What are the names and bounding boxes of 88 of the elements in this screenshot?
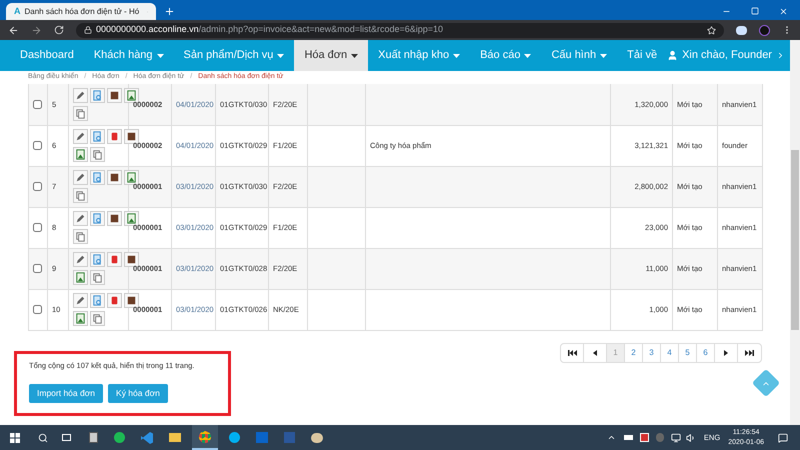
row-checkbox[interactable] (33, 264, 42, 273)
chevron-up-icon[interactable] (606, 433, 616, 442)
trash-icon[interactable] (107, 293, 122, 308)
url-text: 0000000000.acconline.vn/admin.php?op=invoice&act=new&mod=list&rcode=6&ipp=10 (96, 23, 444, 36)
edit-icon[interactable] (73, 170, 88, 185)
task-view-icon[interactable] (62, 434, 71, 441)
paint-app-icon[interactable] (311, 432, 323, 442)
reload-icon[interactable] (54, 25, 64, 35)
windows-start-icon[interactable] (10, 432, 20, 442)
nav-item[interactable]: Hóa đơn (294, 40, 368, 71)
copy-icon[interactable] (73, 188, 88, 203)
nav-item[interactable]: Sản phẩm/Dịch vụ (174, 40, 294, 71)
search-document-icon[interactable] (90, 252, 105, 267)
scrollbar-thumb[interactable] (791, 150, 799, 330)
bookmark-star-icon[interactable] (707, 26, 716, 34)
notification-icon[interactable] (778, 432, 788, 442)
edit-icon[interactable] (73, 293, 88, 308)
stamp-icon[interactable] (107, 211, 122, 226)
profile-avatar[interactable] (759, 24, 770, 36)
image-file-icon[interactable] (124, 170, 139, 185)
lock-icon (84, 26, 92, 34)
stamp-icon[interactable] (124, 293, 139, 308)
first-page-icon (568, 350, 576, 356)
action-button[interactable]: Ký hóa đơn (108, 384, 168, 403)
user-icon (667, 50, 678, 61)
page-link[interactable]: 2 (625, 344, 643, 362)
row-checkbox[interactable] (33, 100, 42, 109)
page-link[interactable]: 1 (607, 344, 625, 362)
network-icon[interactable] (670, 432, 681, 442)
row-checkbox[interactable] (33, 223, 42, 232)
nav-item[interactable]: Cấu hình (541, 40, 618, 71)
image-file-icon[interactable] (73, 147, 88, 162)
trash-icon[interactable] (107, 129, 122, 144)
stamp-icon[interactable] (124, 252, 139, 267)
volume-icon[interactable] (686, 432, 696, 442)
page-link[interactable]: 4 (661, 344, 679, 362)
row-checkbox[interactable] (33, 182, 42, 191)
chat-app-icon[interactable] (229, 432, 240, 443)
address-bar[interactable]: 0000000000.acconline.vn/admin.php?op=invoice&act=new&mod=list&rcode=6&ipp=10 (76, 22, 724, 38)
copy-icon[interactable] (90, 311, 105, 326)
page-link[interactable]: 3 (643, 344, 661, 362)
trash-icon[interactable] (107, 252, 122, 267)
search-document-icon[interactable] (90, 293, 105, 308)
search-document-icon[interactable] (90, 129, 105, 144)
copy-icon[interactable] (73, 106, 88, 121)
antivirus-icon[interactable] (640, 433, 649, 442)
stamp-icon[interactable] (107, 170, 122, 185)
copy-icon[interactable] (90, 147, 105, 162)
tab-title: Danh sách hóa đơn điện tử - Hó (24, 6, 140, 18)
edit-icon[interactable] (73, 129, 88, 144)
edit-icon[interactable] (73, 252, 88, 267)
browser-app-icon[interactable] (199, 430, 211, 442)
music-app-icon[interactable] (114, 432, 125, 443)
image-file-icon[interactable] (73, 311, 88, 326)
new-tab-icon[interactable] (164, 6, 175, 17)
stamp-icon[interactable] (124, 129, 139, 144)
extension-icon[interactable] (736, 26, 747, 34)
browser-tab[interactable]: A Danh sách hóa đơn điện tử - Hó (6, 3, 156, 20)
copy-icon[interactable] (90, 270, 105, 285)
nav-item[interactable]: Báo cáo (470, 40, 542, 71)
image-file-icon[interactable] (124, 211, 139, 226)
nav-item[interactable]: Dashboard (10, 40, 84, 71)
nav-item[interactable]: Khách hàng (84, 40, 174, 71)
row-checkbox[interactable] (33, 305, 42, 314)
nav-item[interactable]: Xuất nhập kho (368, 40, 470, 71)
prev-page-icon (593, 350, 597, 356)
maximize-icon[interactable] (751, 7, 759, 15)
edit-icon[interactable] (73, 88, 88, 103)
action-button[interactable]: Import hóa đơn (29, 384, 104, 403)
copy-icon[interactable] (73, 229, 88, 244)
code-editor-icon[interactable] (141, 432, 153, 444)
forward-icon[interactable] (31, 24, 42, 36)
edit-icon[interactable] (73, 211, 88, 226)
image-file-icon[interactable] (73, 270, 88, 285)
stamp-icon[interactable] (107, 88, 122, 103)
image-file-icon[interactable] (124, 88, 139, 103)
last-page-icon (745, 350, 754, 356)
nav-item[interactable]: Tải về (617, 40, 668, 71)
user-menu[interactable]: Xin chào, Founder (667, 40, 785, 71)
battery-icon (624, 435, 633, 440)
page-link[interactable]: 6 (697, 344, 715, 362)
next-page-icon (724, 350, 728, 356)
page-link[interactable]: 5 (679, 344, 697, 362)
site-logo: A (14, 4, 20, 18)
row-checkbox[interactable] (33, 141, 42, 150)
search-icon[interactable] (38, 432, 48, 442)
calculator-icon[interactable] (89, 432, 98, 443)
back-icon[interactable] (8, 24, 19, 36)
